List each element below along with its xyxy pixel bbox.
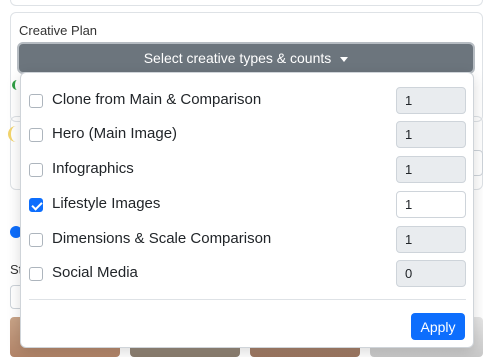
creative-type-row[interactable]: Infographics 1 [21,153,473,187]
apply-button[interactable]: Apply [411,313,465,340]
creative-type-row[interactable]: Hero (Main Image) 1 [21,118,473,152]
select-creative-types-label: Select creative types & counts [143,50,332,66]
checkbox[interactable] [29,267,43,281]
checkbox[interactable] [29,128,43,142]
creative-type-label: Social Media [52,264,138,281]
checkbox[interactable] [29,233,43,247]
creative-type-label: Hero (Main Image) [52,125,178,142]
creative-type-row[interactable]: Clone from Main & Comparison 1 [21,84,473,118]
creative-type-label: Clone from Main & Comparison [52,91,262,108]
count-input[interactable]: 1 [396,191,466,218]
creative-type-row[interactable]: Lifestyle Images 1 [21,188,473,222]
creative-plan-title: Creative Plan [19,23,98,38]
checkbox[interactable] [29,163,43,177]
select-creative-types-button[interactable]: Select creative types & counts [17,42,475,74]
count-input[interactable]: 1 [396,87,466,114]
dropdown-divider [29,299,466,300]
creative-type-row[interactable]: Dimensions & Scale Comparison 1 [21,223,473,257]
creative-types-dropdown: Clone from Main & Comparison 1 Hero (Mai… [20,72,474,348]
creative-type-row[interactable]: Social Media 0 [21,257,473,291]
count-input[interactable]: 0 [396,260,466,287]
caret-down-icon [340,56,349,62]
count-input[interactable]: 1 [396,156,466,183]
creative-type-label: Lifestyle Images [52,195,161,212]
checkbox-checked[interactable] [29,198,43,212]
previous-card-edge [10,0,483,6]
count-input[interactable]: 1 [396,226,466,253]
checkbox[interactable] [29,94,43,108]
count-input[interactable]: 1 [396,121,466,148]
creative-type-label: Infographics [52,160,134,177]
creative-type-label: Dimensions & Scale Comparison [52,230,272,247]
